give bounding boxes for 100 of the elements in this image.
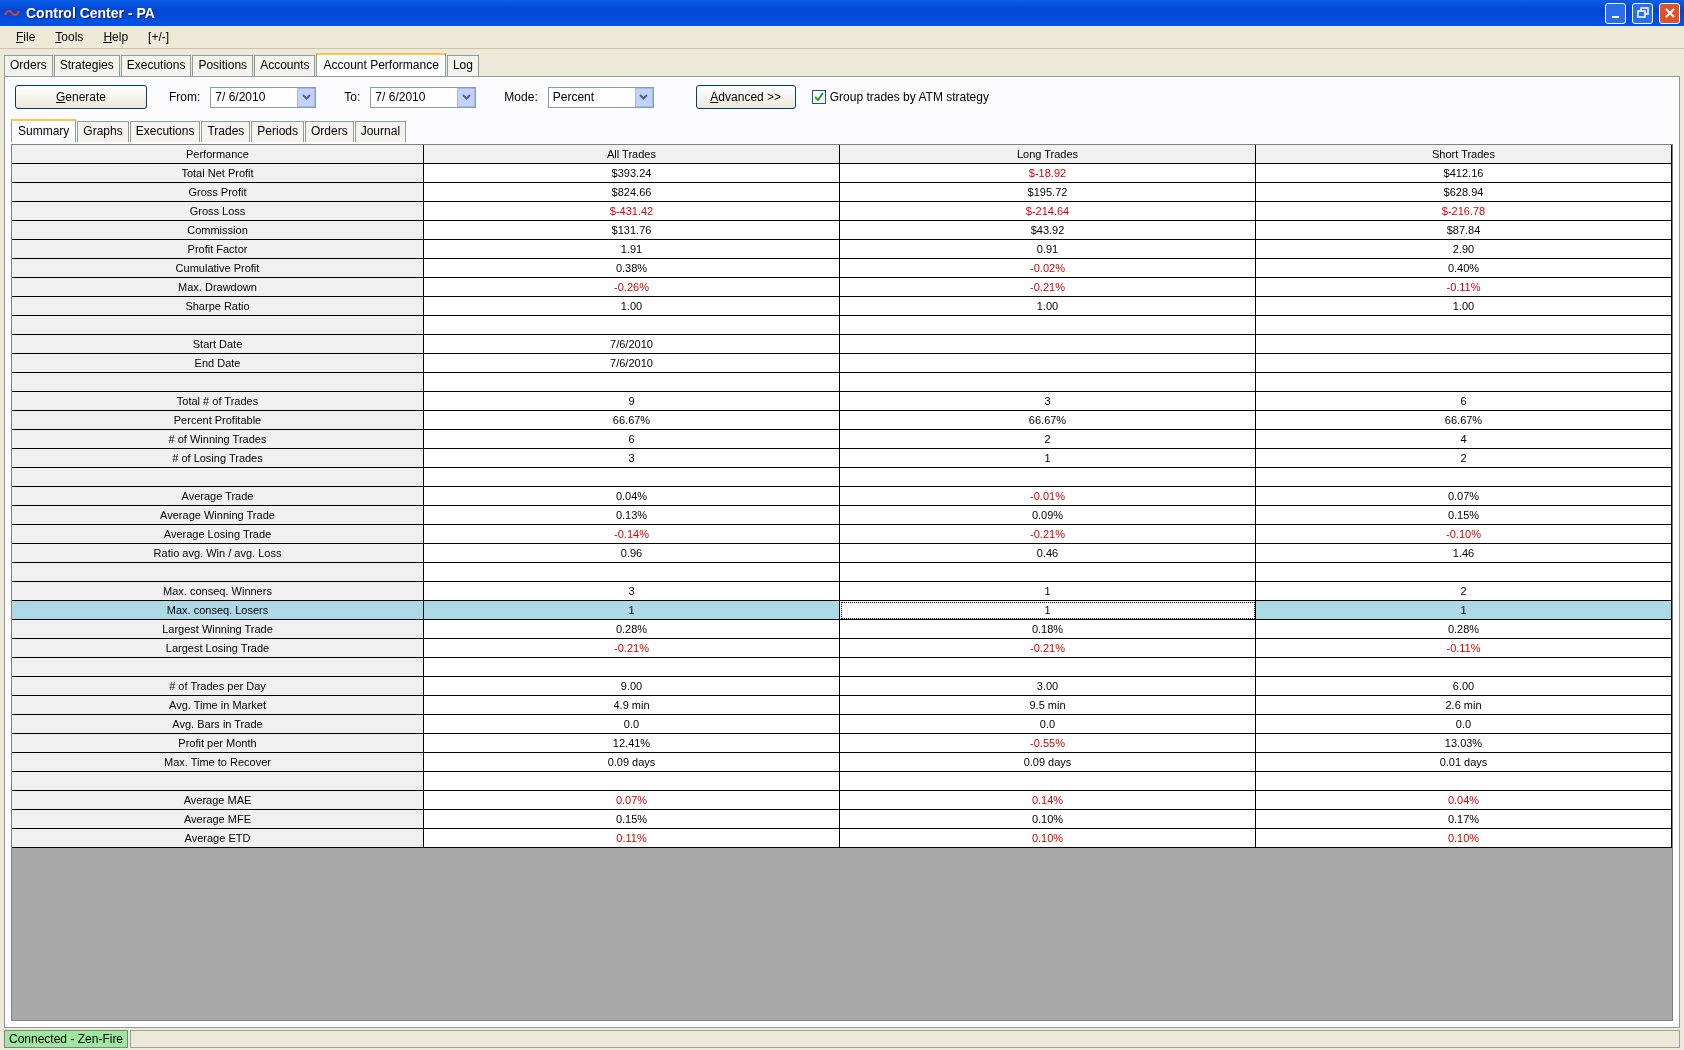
window-title: Control Center - PA bbox=[26, 5, 156, 21]
tab[interactable]: Summary bbox=[11, 119, 77, 142]
table-cell: Profit Factor bbox=[12, 240, 424, 259]
menu-item[interactable]: [+/-] bbox=[138, 28, 180, 46]
generate-button[interactable]: Generate bbox=[15, 85, 147, 109]
table-cell: # of Trades per Day bbox=[12, 677, 424, 696]
table-cell: 0.04% bbox=[1256, 791, 1672, 810]
table-cell: Profit per Month bbox=[12, 734, 424, 753]
tab[interactable]: Journal bbox=[354, 121, 407, 142]
tab[interactable]: Account Performance bbox=[316, 53, 446, 76]
tab[interactable]: Periods bbox=[251, 121, 304, 142]
tab[interactable]: Strategies bbox=[53, 55, 120, 76]
column-header[interactable]: Long Trades bbox=[840, 145, 1256, 164]
tab[interactable]: Graphs bbox=[77, 121, 129, 142]
table-cell: 2 bbox=[1256, 582, 1672, 601]
table-cell: $-431.42 bbox=[424, 202, 840, 221]
restore-button[interactable] bbox=[1632, 2, 1653, 24]
app-icon bbox=[4, 7, 20, 19]
table-cell: 0.28% bbox=[424, 620, 840, 639]
table-cell: Max. Drawdown bbox=[12, 278, 424, 297]
table-cell: -0.21% bbox=[840, 278, 1256, 297]
table-cell: Max. conseq. Losers bbox=[12, 601, 424, 620]
table-cell: -0.21% bbox=[840, 639, 1256, 658]
table-cell: Avg. Time in Market bbox=[12, 696, 424, 715]
to-label: To: bbox=[344, 90, 361, 104]
tab[interactable]: Executions bbox=[120, 55, 192, 76]
advanced-button[interactable]: Advanced >> bbox=[695, 85, 796, 109]
table-cell: 1.00 bbox=[424, 297, 840, 316]
table-cell: 7/6/2010 bbox=[424, 354, 840, 373]
table-cell: Total Net Profit bbox=[12, 164, 424, 183]
close-button[interactable] bbox=[1659, 2, 1680, 24]
table-cell: 6.00 bbox=[1256, 677, 1672, 696]
table-cell: 9 bbox=[424, 392, 840, 411]
menu-item[interactable]: File bbox=[6, 28, 46, 46]
menu-item[interactable]: Tools bbox=[45, 28, 94, 46]
tab[interactable]: Orders bbox=[4, 55, 53, 76]
tab[interactable]: Orders bbox=[305, 121, 354, 142]
mode-dropdown[interactable]: Percent bbox=[547, 86, 654, 108]
table-cell: Cumulative Profit bbox=[12, 259, 424, 278]
tab[interactable]: Executions bbox=[129, 121, 201, 142]
table-cell: 0.10% bbox=[840, 829, 1256, 848]
close-icon bbox=[1663, 7, 1676, 19]
table-cell: 0.09% bbox=[840, 506, 1256, 525]
table-cell: -0.21% bbox=[424, 639, 840, 658]
table-cell: 0.15% bbox=[424, 810, 840, 829]
table-cell: 1 bbox=[840, 601, 1256, 620]
table-cell: $43.92 bbox=[840, 221, 1256, 240]
table-cell: 0.10% bbox=[1256, 829, 1672, 848]
menu-item[interactable]: Help bbox=[93, 28, 139, 46]
caret-icon bbox=[639, 94, 649, 100]
column-header[interactable]: Short Trades bbox=[1256, 145, 1672, 164]
from-label: From: bbox=[169, 90, 201, 104]
table-cell: $87.84 bbox=[1256, 221, 1672, 240]
table-cell: 1 bbox=[424, 601, 840, 620]
table-cell: # of Winning Trades bbox=[12, 430, 424, 449]
to-date-field[interactable]: 7/ 6/2010 bbox=[370, 86, 477, 108]
table-cell: 0.0 bbox=[424, 715, 840, 734]
table-cell: Start Date bbox=[12, 335, 424, 354]
caret-icon bbox=[461, 94, 471, 100]
table-cell: 0.14% bbox=[840, 791, 1256, 810]
table-cell: 3 bbox=[424, 582, 840, 601]
from-date-field[interactable]: 7/ 6/2010 bbox=[210, 86, 317, 108]
group-checkbox[interactable] bbox=[811, 90, 826, 104]
table-cell: Ratio avg. Win / avg. Loss bbox=[12, 544, 424, 563]
table-cell: 0.91 bbox=[840, 240, 1256, 259]
table-cell: Average Trade bbox=[12, 487, 424, 506]
column-header[interactable]: Performance bbox=[12, 145, 424, 164]
caret-icon bbox=[301, 94, 311, 100]
tab[interactable]: Accounts bbox=[254, 55, 316, 76]
table-cell: 66.67% bbox=[424, 411, 840, 430]
minimize-button[interactable] bbox=[1605, 2, 1626, 24]
checkbox-label: Group trades by ATM strategy bbox=[829, 90, 989, 104]
table-cell: 0.40% bbox=[1256, 259, 1672, 278]
table-cell: 9.5 min bbox=[840, 696, 1256, 715]
table-cell: 4 bbox=[1256, 430, 1672, 449]
table-cell: Gross Profit bbox=[12, 183, 424, 202]
table-cell: 0.96 bbox=[424, 544, 840, 563]
table-cell: Sharpe Ratio bbox=[12, 297, 424, 316]
table-cell: Largest Winning Trade bbox=[12, 620, 424, 639]
tab[interactable]: Trades bbox=[201, 121, 251, 142]
table-cell: -0.01% bbox=[840, 487, 1256, 506]
table-cell: Total # of Trades bbox=[12, 392, 424, 411]
table-cell: Average Losing Trade bbox=[12, 525, 424, 544]
table-cell: 0.15% bbox=[1256, 506, 1672, 525]
tab[interactable]: Log bbox=[446, 55, 479, 76]
tab[interactable]: Positions bbox=[192, 55, 254, 76]
table-cell: 0.09 days bbox=[840, 753, 1256, 772]
table-cell: 1 bbox=[1256, 601, 1672, 620]
restore-icon bbox=[1636, 7, 1649, 19]
table-cell: 6 bbox=[424, 430, 840, 449]
table-cell: 0.38% bbox=[424, 259, 840, 278]
table-cell: $628.94 bbox=[1256, 183, 1672, 202]
table-cell: Average ETD bbox=[12, 829, 424, 848]
table-cell: 1.46 bbox=[1256, 544, 1672, 563]
column-header[interactable]: All Trades bbox=[424, 145, 840, 164]
table-cell: $-216.78 bbox=[1256, 202, 1672, 221]
table-cell: 7/6/2010 bbox=[424, 335, 840, 354]
table-cell: 0.07% bbox=[424, 791, 840, 810]
minimize-icon bbox=[1612, 16, 1619, 18]
table-cell: Percent Profitable bbox=[12, 411, 424, 430]
